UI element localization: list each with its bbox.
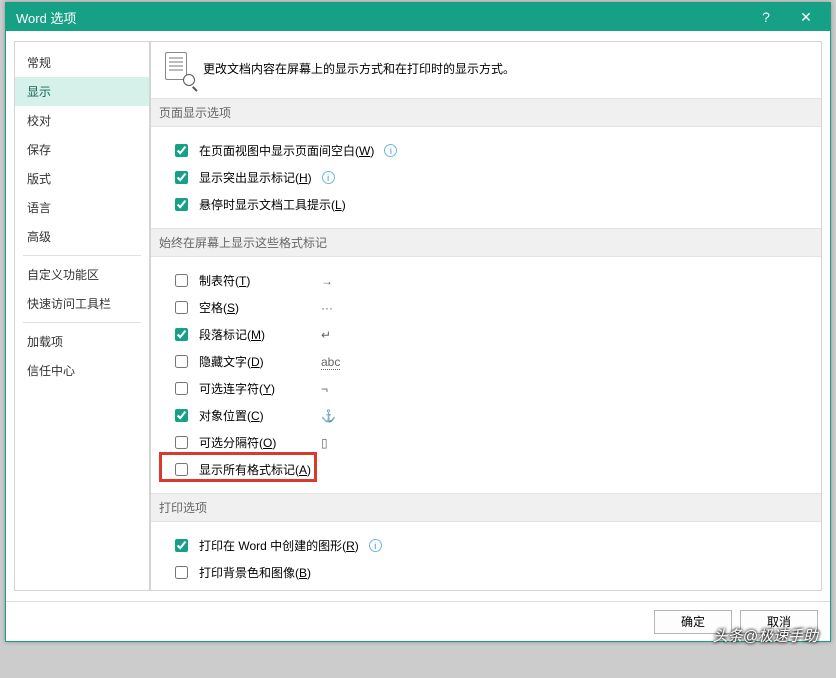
sidebar-item[interactable]: 常规 [15,48,149,77]
options-dialog: Word 选项 ? ✕ 常规显示校对保存版式语言高级 自定义功能区快速访问工具栏… [5,2,831,642]
option-checkbox[interactable] [175,463,188,476]
option-label[interactable]: 显示所有格式标记(A) [199,461,311,478]
page-description: 更改文档内容在屏幕上的显示方式和在打印时的显示方式。 [203,60,515,77]
option-label[interactable]: 制表符(T) [199,272,250,289]
option-row: 段落标记(M) ↵ [165,321,351,348]
format-symbol: abc [321,355,351,369]
option-row: 打印在 Word 中创建的图形(R) i [165,532,807,559]
option-row: 隐藏文字(D) abc [165,348,351,375]
option-checkbox[interactable] [175,409,188,422]
option-row: 悬停时显示文档工具提示(L) [165,191,807,218]
option-label[interactable]: 打印在 Word 中创建的图形(R) [199,537,359,554]
option-checkbox[interactable] [175,436,188,449]
ok-button[interactable]: 确定 [654,610,732,634]
sidebar-item[interactable]: 版式 [15,164,149,193]
option-row: 可选连字符(Y) ¬ [165,375,351,402]
sidebar-item[interactable]: 语言 [15,193,149,222]
main-panel: 更改文档内容在屏幕上的显示方式和在打印时的显示方式。 页面显示选项 在页面视图中… [150,41,822,591]
sidebar-item[interactable]: 高级 [15,222,149,251]
sidebar-item[interactable]: 保存 [15,135,149,164]
option-checkbox[interactable] [175,274,188,287]
page-preview-icon [165,52,193,84]
format-symbol: → [321,274,351,288]
title-bar: Word 选项 ? ✕ [6,3,830,31]
info-icon[interactable]: i [384,144,397,157]
option-checkbox[interactable] [175,144,188,157]
format-symbol: ▯ [321,436,351,450]
option-label[interactable]: 段落标记(M) [199,326,265,343]
option-label[interactable]: 打印背景色和图像(B) [199,564,311,581]
option-label[interactable]: 空格(S) [199,299,239,316]
info-icon[interactable]: i [369,539,382,552]
option-row: 打印背景色和图像(B) [165,559,807,586]
close-button[interactable]: ✕ [786,3,826,31]
sidebar-item[interactable]: 信任中心 [15,356,149,385]
format-symbol: ··· [321,301,351,315]
section-page-display: 页面显示选项 [151,98,821,127]
option-label[interactable]: 在页面视图中显示页面间空白(W) [199,142,374,159]
info-icon[interactable]: i [322,171,335,184]
option-checkbox[interactable] [175,566,188,579]
option-checkbox[interactable] [175,301,188,314]
page-header: 更改文档内容在屏幕上的显示方式和在打印时的显示方式。 [165,52,807,84]
option-checkbox[interactable] [175,355,188,368]
option-row: 显示突出显示标记(H) i [165,164,807,191]
option-row: 对象位置(C) ⚓ [165,402,351,429]
option-row: 在页面视图中显示页面间空白(W) i [165,137,807,164]
option-row: 打印文档属性(P) [165,586,807,591]
option-row: 制表符(T) → [165,267,351,294]
category-sidebar: 常规显示校对保存版式语言高级 自定义功能区快速访问工具栏 加载项信任中心 [14,41,150,591]
option-row: 空格(S) ··· [165,294,351,321]
help-button[interactable]: ? [746,3,786,31]
option-row: 显示所有格式标记(A) [165,456,351,483]
option-checkbox[interactable] [175,382,188,395]
format-symbol: ↵ [321,328,351,342]
sidebar-item[interactable]: 显示 [15,77,149,106]
sidebar-item[interactable]: 校对 [15,106,149,135]
sidebar-separator [23,255,141,256]
option-label[interactable]: 对象位置(C) [199,407,264,424]
section-print-options: 打印选项 [151,493,821,522]
option-label[interactable]: 可选分隔符(O) [199,434,276,451]
option-checkbox[interactable] [175,198,188,211]
option-label[interactable]: 显示突出显示标记(H) [199,169,312,186]
cancel-button[interactable]: 取消 [740,610,818,634]
option-checkbox[interactable] [175,328,188,341]
dialog-footer: 确定 取消 [6,601,830,641]
option-label[interactable]: 隐藏文字(D) [199,353,264,370]
option-label[interactable]: 悬停时显示文档工具提示(L) [199,196,346,213]
option-label[interactable]: 可选连字符(Y) [199,380,275,397]
option-checkbox[interactable] [175,539,188,552]
window-title: Word 选项 [16,8,746,27]
format-symbol: ¬ [321,382,351,396]
option-row: 可选分隔符(O) ▯ [165,429,351,456]
option-checkbox[interactable] [175,171,188,184]
format-symbol: ⚓ [321,409,351,423]
sidebar-item[interactable]: 加载项 [15,327,149,356]
sidebar-item[interactable]: 快速访问工具栏 [15,289,149,318]
sidebar-separator [23,322,141,323]
sidebar-item[interactable]: 自定义功能区 [15,260,149,289]
section-format-marks: 始终在屏幕上显示这些格式标记 [151,228,821,257]
